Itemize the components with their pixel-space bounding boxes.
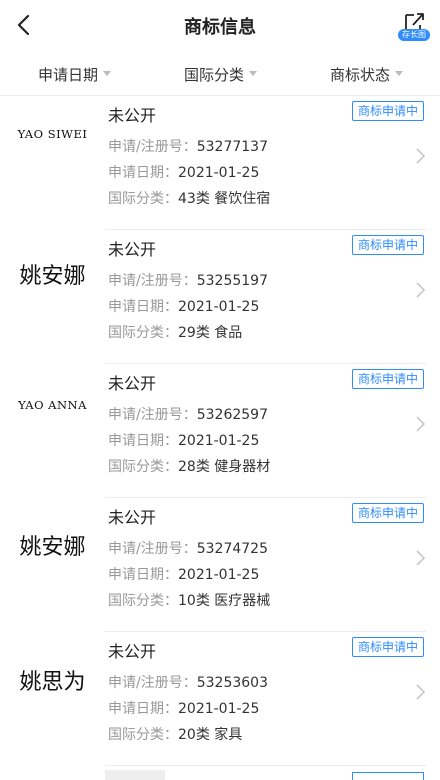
filter-status[interactable]: 商标状态: [330, 64, 404, 85]
trademark-logo: YAO ANNA: [18, 398, 87, 412]
apply-date-label: 申请日期：: [108, 433, 178, 449]
trademark-card[interactable]: YAO SIWEI 未公开 商标申请中 申请/注册号：53277137 申请日期…: [0, 96, 440, 230]
apply-date-label: 申请日期：: [108, 567, 178, 583]
reg-no-value: 53262597: [196, 407, 268, 423]
intl-class-label: 国际分类：: [108, 191, 178, 207]
intl-class-label: 国际分类：: [108, 593, 178, 609]
trademark-name: 未公开: [108, 508, 157, 527]
apply-date-row: 申请日期：2021-01-25: [108, 698, 259, 718]
apply-date-value: 2021-01-25: [178, 701, 260, 717]
intl-class-label: 国际分类：: [108, 727, 178, 743]
chevron-right-icon: [416, 684, 426, 700]
trademark-name: 未公开: [108, 240, 157, 259]
apply-date-label: 申请日期：: [108, 299, 178, 315]
chevron-right-icon: [416, 416, 426, 432]
apply-date-row: 申请日期：2021-01-25: [108, 430, 259, 450]
trademark-name: 未公开: [108, 374, 157, 393]
trademark-logo: 姚安娜: [19, 535, 86, 560]
filter-label: 国际分类: [184, 66, 245, 84]
filter-apply-date[interactable]: 申请日期: [38, 64, 112, 85]
filter-bar: 申请日期 国际分类 商标状态: [0, 50, 440, 96]
status-badge: 商标申请中: [352, 369, 424, 389]
reg-no-value: 53277137: [196, 139, 268, 155]
reg-no-label: 申请/注册号：: [108, 273, 197, 289]
trademark-card[interactable]: 姚思为 未公开 商标申请中 申请/注册号：53253603 申请日期：2021-…: [0, 632, 440, 766]
reg-no-row: 申请/注册号：53277137: [108, 136, 268, 156]
intl-class-label: 国际分类：: [108, 325, 178, 341]
apply-date-label: 申请日期：: [108, 165, 178, 181]
apply-date-row: 申请日期：2021-01-25: [108, 162, 259, 182]
reg-no-row: 申请/注册号：53255197: [108, 270, 268, 290]
intl-class-label: 国际分类：: [108, 459, 178, 475]
chevron-right-icon: [416, 282, 426, 298]
page-title: 商标信息: [184, 17, 256, 38]
reg-no-value: 53274725: [196, 541, 268, 557]
chevron-right-icon: [416, 550, 426, 566]
apply-date-value: 2021-01-25: [178, 165, 260, 181]
reg-no-label: 申请/注册号：: [108, 541, 197, 557]
intl-class-row: 国际分类：20类 家具: [108, 724, 242, 744]
filter-intl-class[interactable]: 国际分类: [184, 64, 258, 85]
caret-down-icon: [103, 71, 112, 76]
status-badge: 商标申请中: [352, 101, 424, 121]
trademark-logo: 姚安娜: [19, 264, 86, 289]
intl-class-row: 国际分类：29类 食品: [108, 322, 242, 342]
partial-status-badge: [352, 772, 424, 780]
chevron-right-icon: [416, 148, 426, 164]
intl-class-value: 29类 食品: [178, 325, 243, 341]
trademark-name: 未公开: [108, 642, 157, 661]
reg-no-label: 申请/注册号：: [108, 407, 197, 423]
trademark-card[interactable]: YAO ANNA 未公开 商标申请中 申请/注册号：53262597 申请日期：…: [0, 364, 440, 498]
reg-no-row: 申请/注册号：53262597: [108, 404, 268, 424]
status-badge: 商标申请中: [352, 637, 424, 657]
intl-class-value: 10类 医疗器械: [178, 593, 271, 609]
partial-list-item: [105, 770, 165, 780]
trademark-card[interactable]: 姚安娜 未公开 商标申请中 申请/注册号：53274725 申请日期：2021-…: [0, 498, 440, 632]
status-badge: 商标申请中: [352, 503, 424, 523]
apply-date-value: 2021-01-25: [178, 433, 260, 449]
intl-class-value: 28类 健身器材: [178, 459, 271, 475]
trademark-name: 未公开: [108, 106, 157, 125]
intl-class-value: 20类 家具: [178, 727, 243, 743]
apply-date-value: 2021-01-25: [178, 567, 260, 583]
intl-class-value: 43类 餐饮住宿: [178, 191, 271, 207]
intl-class-row: 国际分类：28类 健身器材: [108, 456, 270, 476]
trademark-logo: 姚思为: [19, 670, 86, 695]
reg-no-row: 申请/注册号：53274725: [108, 538, 268, 558]
filter-label: 申请日期: [38, 66, 99, 84]
apply-date-label: 申请日期：: [108, 701, 178, 717]
reg-no-value: 53255197: [196, 273, 268, 289]
filter-label: 商标状态: [330, 66, 391, 84]
save-long-image-badge[interactable]: 存长图: [398, 29, 430, 41]
intl-class-row: 国际分类：43类 餐饮住宿: [108, 188, 270, 208]
divider: [105, 765, 426, 766]
status-badge: 商标申请中: [352, 235, 424, 255]
reg-no-label: 申请/注册号：: [108, 675, 197, 691]
trademark-card[interactable]: 姚安娜 未公开 商标申请中 申请/注册号：53255197 申请日期：2021-…: [0, 230, 440, 364]
trademark-logo: YAO SIWEI: [17, 127, 88, 141]
top-bar: 商标信息 存长图: [0, 0, 440, 50]
apply-date-value: 2021-01-25: [178, 299, 260, 315]
caret-down-icon: [249, 71, 258, 76]
reg-no-label: 申请/注册号：: [108, 139, 197, 155]
apply-date-row: 申请日期：2021-01-25: [108, 296, 259, 316]
reg-no-row: 申请/注册号：53253603: [108, 672, 268, 692]
intl-class-row: 国际分类：10类 医疗器械: [108, 590, 270, 610]
caret-down-icon: [395, 71, 404, 76]
apply-date-row: 申请日期：2021-01-25: [108, 564, 259, 584]
reg-no-value: 53253603: [196, 675, 268, 691]
